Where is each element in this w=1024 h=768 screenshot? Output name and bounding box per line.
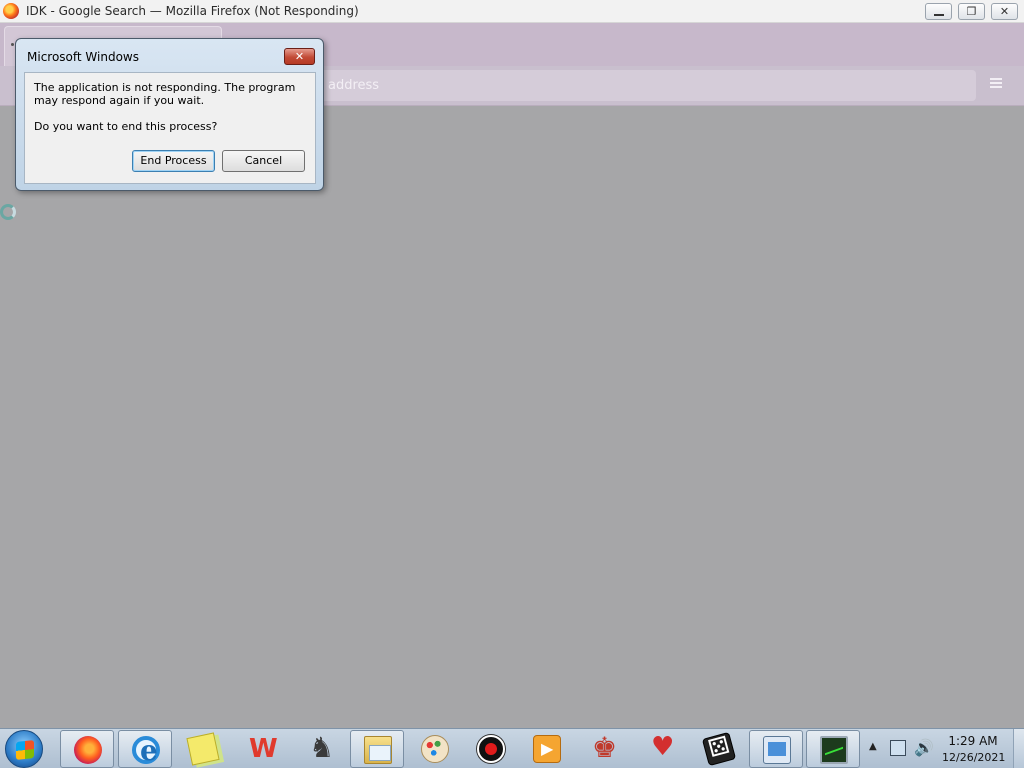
end-process-button[interactable]: End Process [132, 150, 215, 172]
firefox-icon [74, 736, 102, 764]
dialog-close-button[interactable]: ✕ [284, 48, 315, 65]
show-desktop-button[interactable] [1013, 729, 1024, 768]
taskbar-item-sticky-notes[interactable] [176, 730, 230, 768]
taskbar-item-paint[interactable] [408, 730, 462, 768]
window-title: IDK - Google Search — Mozilla Firefox (N… [26, 4, 359, 18]
address-bar[interactable]: address [246, 70, 976, 101]
system-info-icon [763, 736, 791, 764]
dialog-question: Do you want to end this process? [34, 120, 218, 133]
tab-loading-icon [11, 43, 14, 46]
taskbar-item-firefox[interactable] [60, 730, 114, 768]
taskbar-item-screen-recorder[interactable] [464, 730, 518, 768]
clock-time[interactable]: 1:29 AM [946, 734, 1000, 748]
paint-palette-icon [421, 735, 449, 763]
system-tray: ▲ 🔊 1:29 AM 12/26/2021 [866, 729, 1024, 768]
taskbar-item-file-explorer[interactable] [350, 730, 404, 768]
hamburger-menu-icon[interactable] [990, 76, 1008, 96]
taskbar-item-wps-office[interactable] [234, 730, 288, 768]
dice-icon [701, 731, 737, 767]
not-responding-dialog: Microsoft Windows ✕ The application is n… [15, 38, 324, 191]
taskbar-item-dice-game[interactable] [692, 730, 746, 768]
loading-spinner-icon [0, 204, 16, 220]
close-button[interactable]: ✕ [991, 3, 1018, 20]
dialog-body: The application is not responding. The p… [24, 72, 316, 184]
address-bar-placeholder: address [328, 78, 380, 93]
task-manager-icon [820, 736, 848, 764]
taskbar-item-internet-explorer[interactable] [118, 730, 172, 768]
taskbar: ▲ 🔊 1:29 AM 12/26/2021 [0, 728, 1024, 768]
taskbar-item-chess[interactable] [292, 730, 346, 768]
chess-icon [305, 731, 334, 764]
record-icon [477, 735, 505, 763]
hearts-icon [647, 732, 675, 763]
sticky-notes-icon [186, 732, 220, 766]
cards-king-icon [589, 731, 617, 764]
wps-office-icon [247, 734, 278, 764]
show-hidden-icons-icon[interactable]: ▲ [869, 741, 877, 752]
folder-icon [364, 736, 392, 764]
taskbar-item-media-player[interactable] [520, 730, 574, 768]
minimize-button[interactable] [925, 3, 952, 20]
taskbar-item-task-manager[interactable] [806, 730, 860, 768]
start-button[interactable] [5, 730, 43, 768]
taskbar-item-system-info[interactable] [749, 730, 803, 768]
page-content [0, 107, 1024, 728]
dialog-title: Microsoft Windows [27, 50, 139, 64]
media-player-icon [533, 735, 561, 763]
clock-date[interactable]: 12/26/2021 [942, 751, 1005, 764]
firefox-titlebar: IDK - Google Search — Mozilla Firefox (N… [0, 0, 1024, 23]
firefox-icon[interactable] [3, 3, 19, 19]
cancel-button[interactable]: Cancel [222, 150, 305, 172]
maximize-button[interactable]: ❐ [958, 3, 985, 20]
internet-explorer-icon [132, 734, 160, 767]
taskbar-item-solitaire[interactable] [576, 730, 630, 768]
taskbar-item-hearts[interactable] [634, 730, 688, 768]
dialog-message: The application is not responding. The p… [34, 81, 296, 107]
network-icon[interactable] [890, 740, 906, 756]
volume-icon[interactable]: 🔊 [914, 738, 934, 757]
windows-logo-icon [16, 740, 34, 760]
